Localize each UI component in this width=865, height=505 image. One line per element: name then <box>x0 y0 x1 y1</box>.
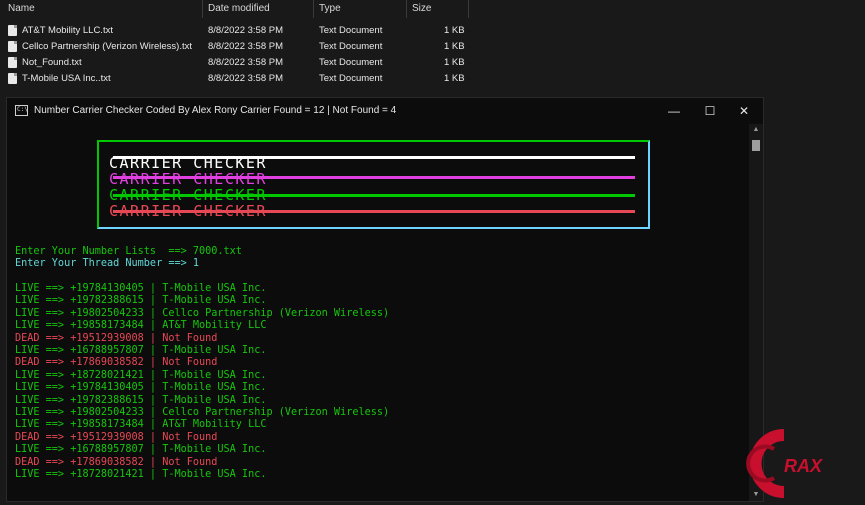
file-size: 1 KB <box>444 73 465 84</box>
result-line: LIVE ==> +19784130405 | T-Mobile USA Inc… <box>15 283 267 294</box>
file-name: Not_Found.txt <box>22 57 82 68</box>
text-file-icon <box>8 73 17 84</box>
file-name: T-Mobile USA Inc..txt <box>22 73 111 84</box>
console-output[interactable]: CARRIER CHECKER CARRIER CHECKER CARRIER … <box>7 124 747 501</box>
window-title: Number Carrier Checker Coded By Alex Ron… <box>34 105 397 116</box>
crax-logo: RAX <box>738 427 865 500</box>
file-size: 1 KB <box>444 25 465 36</box>
console-titlebar[interactable]: C:\ Number Carrier Checker Coded By Alex… <box>7 98 763 124</box>
result-line: DEAD ==> +17869038582 | Not Found <box>15 456 218 468</box>
column-header-type[interactable]: Type <box>319 0 341 18</box>
close-button[interactable]: ✕ <box>727 98 761 124</box>
result-line: LIVE ==> +18728021421 | T-Mobile USA Inc… <box>15 469 267 480</box>
result-line: LIVE ==> +19782388615 | T-Mobile USA Inc… <box>15 295 267 307</box>
column-header-size[interactable]: Size <box>412 0 431 18</box>
result-line: LIVE ==> +19784130405 | T-Mobile USA Inc… <box>15 382 267 394</box>
result-line: LIVE ==> +19858173484 | AT&T Mobility LL… <box>15 419 267 431</box>
text-file-icon <box>8 41 17 52</box>
scroll-up-icon[interactable]: ▲ <box>749 124 763 136</box>
result-line: DEAD ==> +19512939008 | Not Found <box>15 431 218 443</box>
column-divider[interactable] <box>406 0 407 18</box>
file-row[interactable]: T-Mobile USA Inc..txt 8/8/2022 3:58 PM T… <box>0 71 470 87</box>
column-divider[interactable] <box>468 0 469 18</box>
ascii-banner: CARRIER CHECKER CARRIER CHECKER CARRIER … <box>97 140 650 229</box>
column-divider[interactable] <box>202 0 203 18</box>
console-window: C:\ Number Carrier Checker Coded By Alex… <box>6 97 764 502</box>
file-explorer: Name Date modified Type Size AT&T Mobili… <box>0 0 865 95</box>
file-type: Text Document <box>319 25 383 36</box>
scrollbar-thumb[interactable] <box>752 140 760 151</box>
file-type: Text Document <box>319 41 383 52</box>
text-file-icon <box>8 57 17 68</box>
column-header-date[interactable]: Date modified <box>208 0 270 18</box>
result-line: LIVE ==> +18728021421 | T-Mobile USA Inc… <box>15 369 267 381</box>
file-size: 1 KB <box>444 41 465 52</box>
file-row[interactable]: AT&T Mobility LLC.txt 8/8/2022 3:58 PM T… <box>0 23 470 39</box>
result-line: LIVE ==> +19782388615 | T-Mobile USA Inc… <box>15 394 267 406</box>
result-line: DEAD ==> +17869038582 | Not Found <box>15 357 218 369</box>
file-name: Cellco Partnership (Verizon Wireless).tx… <box>22 41 192 52</box>
file-size: 1 KB <box>444 57 465 68</box>
file-date: 8/8/2022 3:58 PM <box>208 57 283 68</box>
maximize-button[interactable]: ☐ <box>693 98 727 124</box>
file-date: 8/8/2022 3:58 PM <box>208 41 283 52</box>
result-line: LIVE ==> +16788957807 | T-Mobile USA Inc… <box>15 444 267 456</box>
file-date: 8/8/2022 3:58 PM <box>208 73 283 84</box>
file-type: Text Document <box>319 57 383 68</box>
text-file-icon <box>8 25 17 36</box>
result-line: LIVE ==> +19802504233 | Cellco Partnersh… <box>15 407 390 418</box>
result-line: DEAD ==> +19512939008 | Not Found <box>15 332 218 344</box>
prompt-number-list: Enter Your Number Lists ==> 7000.txt <box>15 246 242 257</box>
banner-text: CARRIER CHECKER <box>109 202 267 220</box>
column-header-name[interactable]: Name <box>8 0 35 18</box>
terminal-icon: C:\ <box>15 105 28 116</box>
column-divider[interactable] <box>313 0 314 18</box>
file-name: AT&T Mobility LLC.txt <box>22 25 113 36</box>
result-line: LIVE ==> +19802504233 | Cellco Partnersh… <box>15 307 390 319</box>
file-date: 8/8/2022 3:58 PM <box>208 25 283 36</box>
minimize-button[interactable]: — <box>657 98 691 124</box>
file-row[interactable]: Not_Found.txt 8/8/2022 3:58 PM Text Docu… <box>0 55 470 71</box>
result-line: LIVE ==> +19858173484 | AT&T Mobility LL… <box>15 320 267 332</box>
file-type: Text Document <box>319 73 383 84</box>
file-row[interactable]: Cellco Partnership (Verizon Wireless).tx… <box>0 39 470 55</box>
prompt-thread-number: Enter Your Thread Number ==> 1 <box>15 258 200 269</box>
result-line: LIVE ==> +16788957807 | T-Mobile USA Inc… <box>15 345 267 356</box>
logo-text: RAX <box>784 456 823 476</box>
